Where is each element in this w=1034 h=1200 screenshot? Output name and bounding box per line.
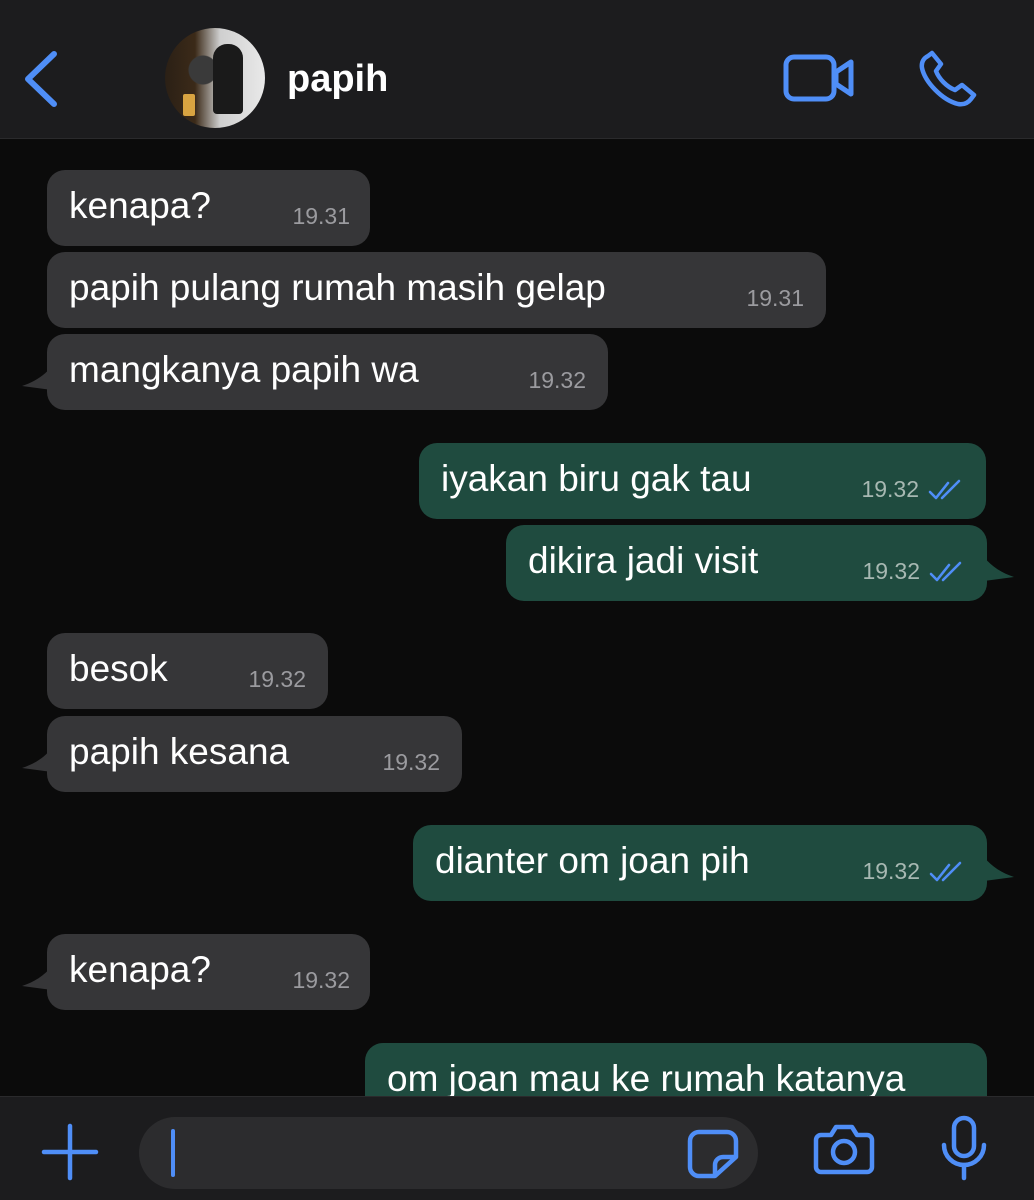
message-outgoing[interactable]: iyakan biru gak tau 19.32 xyxy=(419,443,986,519)
message-incoming[interactable]: papih kesana 19.32 xyxy=(47,716,462,792)
video-camera-icon xyxy=(783,54,854,102)
back-button[interactable] xyxy=(18,48,68,110)
camera-icon xyxy=(813,1124,875,1175)
text-cursor xyxy=(171,1129,175,1177)
message-incoming[interactable]: kenapa? 19.32 xyxy=(47,934,370,1010)
message-list[interactable]: kenapa? 19.31 papih pulang rumah masih g… xyxy=(0,140,1034,1096)
voice-call-button[interactable] xyxy=(918,50,980,108)
message-time: 19.32 xyxy=(862,558,920,584)
avatar-glass xyxy=(183,94,195,116)
message-text: papih kesana xyxy=(69,731,290,772)
message-text: mangkanya papih wa xyxy=(69,349,419,390)
contact-name[interactable]: papih xyxy=(287,58,388,101)
message-input[interactable] xyxy=(139,1117,758,1189)
message-text: dikira jadi visit xyxy=(528,540,759,581)
message-outgoing[interactable]: dianter om joan pih 19.32 xyxy=(413,825,987,901)
message-time: 19.31 xyxy=(292,203,350,229)
sticker-icon xyxy=(687,1129,739,1179)
message-text: dianter om joan pih xyxy=(435,840,750,881)
message-time: 19.32 xyxy=(861,476,919,502)
camera-button[interactable] xyxy=(813,1119,875,1179)
microphone-icon xyxy=(941,1115,987,1181)
message-incoming[interactable]: mangkanya papih wa 19.32 xyxy=(47,334,608,410)
phone-icon xyxy=(919,50,977,107)
chevron-left-icon xyxy=(25,51,57,107)
message-time: 19.32 xyxy=(248,666,306,692)
message-incoming[interactable]: papih pulang rumah masih gelap 19.31 xyxy=(47,252,826,328)
message-text: iyakan biru gak tau xyxy=(441,458,752,499)
message-outgoing[interactable]: dikira jadi visit 19.32 xyxy=(506,525,987,601)
attach-button[interactable] xyxy=(40,1122,100,1182)
read-receipt-icon xyxy=(929,861,962,882)
sticker-button[interactable] xyxy=(687,1129,739,1179)
read-receipt-icon xyxy=(928,479,961,500)
video-call-button[interactable] xyxy=(783,52,855,104)
composer-bar xyxy=(0,1096,1034,1200)
avatar-figure xyxy=(213,44,243,114)
message-time: 19.32 xyxy=(862,858,920,884)
plus-icon xyxy=(41,1123,99,1181)
message-time: 19.32 xyxy=(292,967,350,993)
message-text: besok xyxy=(69,648,168,689)
contact-avatar[interactable] xyxy=(165,28,265,128)
message-text: om joan mau ke rumah katanya xyxy=(387,1058,906,1096)
message-time: 19.32 xyxy=(382,749,440,775)
message-time: 19.32 xyxy=(528,367,586,393)
message-time: 19.31 xyxy=(746,285,804,311)
chat-header: papih xyxy=(0,0,1034,139)
voice-message-button[interactable] xyxy=(938,1115,990,1183)
message-incoming[interactable]: besok 19.32 xyxy=(47,633,328,709)
message-incoming[interactable]: kenapa? 19.31 xyxy=(47,170,370,246)
read-receipt-icon xyxy=(929,561,962,582)
message-text: kenapa? xyxy=(69,185,211,226)
message-outgoing[interactable]: om joan mau ke rumah katanya xyxy=(365,1043,987,1096)
message-text: papih pulang rumah masih gelap xyxy=(69,267,606,308)
message-text: kenapa? xyxy=(69,949,211,990)
bubble-tail xyxy=(984,557,1014,581)
bubble-tail xyxy=(984,857,1014,881)
